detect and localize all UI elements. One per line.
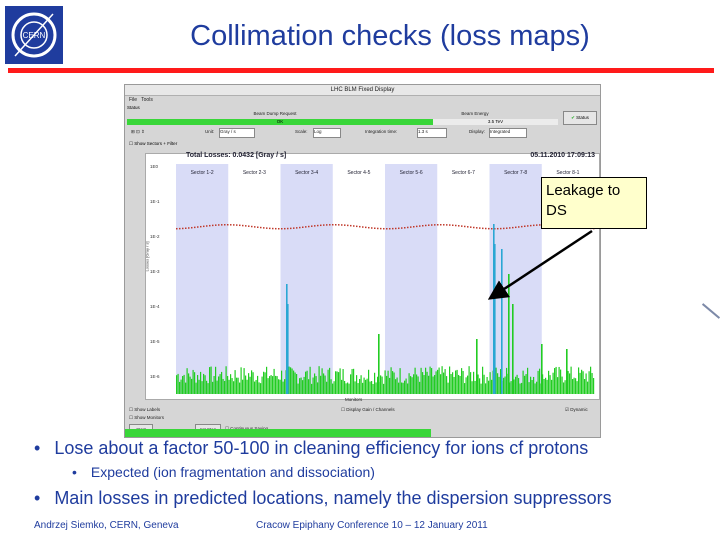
bullet-2: • Expected (ion fragmentation and dissoci… <box>72 464 375 480</box>
bullet-2-text: Expected (ion fragmentation and dissocia… <box>90 464 375 480</box>
footer-conference: Cracow Epiphany Conference 10 – 12 Janua… <box>256 520 488 531</box>
callout-arrow <box>487 229 593 300</box>
bullet-marker: • <box>72 464 77 480</box>
bullet-marker: • <box>34 488 41 508</box>
bullet-3: • Main losses in predicted locations, nam… <box>34 488 612 509</box>
bullet-1: • Lose about a factor 50-100 in cleaning … <box>34 438 588 459</box>
footer-author: Andrzej Siemko, CERN, Geneva <box>34 520 179 531</box>
bullet-3-text: Main losses in predicted locations, name… <box>54 488 612 508</box>
bullet-1-text: Lose about a factor 50-100 in cleaning e… <box>54 438 589 458</box>
bullet-marker: • <box>34 438 41 458</box>
